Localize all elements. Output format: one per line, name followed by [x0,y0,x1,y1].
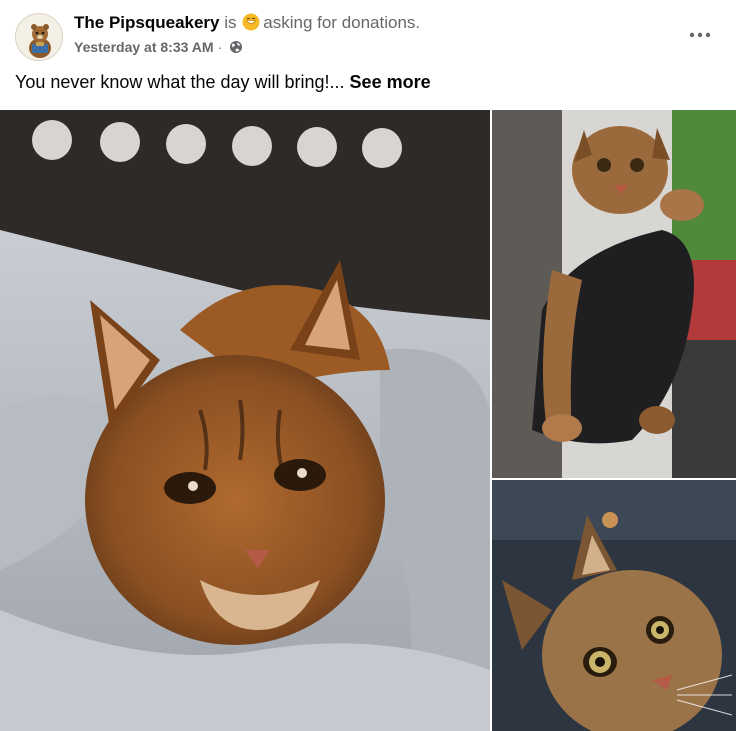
post-header: The Pipsqueakery is asking for donations… [0,0,736,70]
page-avatar[interactable] [15,13,63,61]
meta-separator: · [217,39,223,55]
donation-smile-icon [242,13,260,31]
more-options-icon [689,25,711,43]
see-more-link[interactable]: See more [350,72,431,92]
more-options-button[interactable] [682,19,718,49]
is-text: is [224,13,237,32]
globe-icon[interactable] [229,40,243,54]
photo-bottom-right[interactable] [492,480,736,731]
timestamp-link[interactable]: Yesterday at 8:33 AM [74,39,214,55]
page-name-link[interactable]: The Pipsqueakery [74,13,220,32]
post-title-line: The Pipsqueakery is asking for donations… [74,13,420,33]
post-caption: You never know what the day will bring!.… [15,72,431,93]
activity-text: asking for donations. [263,13,421,32]
caption-text: You never know what the day will bring!.… [15,72,345,92]
photo-top-right[interactable] [492,110,736,478]
photo-main[interactable] [0,110,490,731]
post-meta: Yesterday at 8:33 AM · [74,39,243,55]
